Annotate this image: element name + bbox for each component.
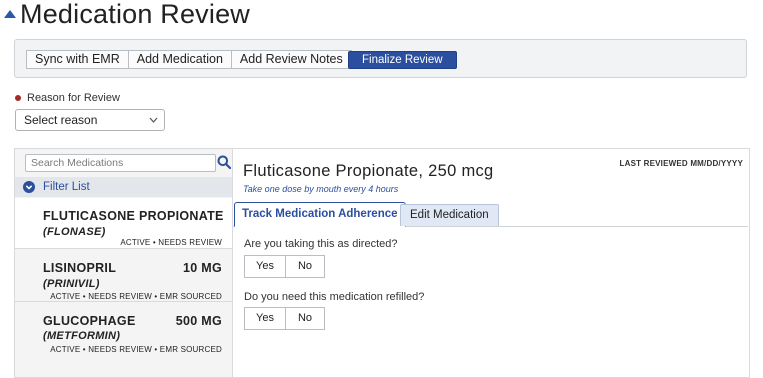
search-input[interactable]: Search Medications	[25, 154, 216, 172]
page-title: Medication Review	[20, 0, 250, 29]
no-button[interactable]: No	[285, 307, 326, 330]
medication-name: FLUTICASONE PROPIONATE	[43, 209, 224, 223]
search-placeholder: Search Medications	[31, 157, 124, 169]
question-needs-refill: Do you need this medication refilled?	[244, 291, 425, 303]
yes-button[interactable]: Yes	[244, 255, 286, 278]
required-indicator	[15, 95, 21, 101]
medication-dose: 10 MG	[182, 261, 222, 275]
page-header: Medication Review	[0, 0, 250, 28]
caret-up-icon[interactable]	[4, 10, 16, 18]
medication-status: ACTIVE • NEEDS REVIEW	[120, 238, 222, 247]
medication-item[interactable]: LISINOPRIL 10 MG (PRINIVIL) ACTIVE • NEE…	[15, 249, 232, 302]
medication-list-panel: Search Medications Filter List FLUTICASO…	[14, 148, 233, 378]
chevron-down-circle-icon	[23, 181, 35, 193]
medication-instructions: Take one dose by mouth every 4 hours	[243, 184, 399, 194]
filter-list-toggle[interactable]: Filter List	[15, 177, 232, 197]
finalize-review-button[interactable]: Finalize Review	[348, 51, 457, 69]
filter-list-label: Filter List	[43, 181, 90, 193]
add-medication-button[interactable]: Add Medication	[128, 50, 232, 69]
medication-dose: 500 MG	[175, 314, 222, 328]
medication-status: ACTIVE • NEEDS REVIEW • EMR SOURCED	[50, 292, 222, 301]
medication-detail-panel: Fluticasone Propionate, 250 mcg Take one…	[233, 148, 750, 378]
toolbar: Sync with EMR Add Medication Add Review …	[14, 39, 747, 78]
reason-select-value: Select reason	[24, 113, 98, 127]
tab-track-medication-adherence[interactable]: Track Medication Adherence	[234, 202, 406, 227]
medication-detail-title: Fluticasone Propionate, 250 mcg	[243, 162, 494, 180]
add-review-notes-button[interactable]: Add Review Notes	[231, 50, 352, 69]
medication-status: ACTIVE • NEEDS REVIEW • EMR SOURCED	[50, 345, 222, 354]
tab-edit-medication[interactable]: Edit Medication	[400, 204, 499, 226]
medication-brand: (PRINIVIL)	[43, 278, 100, 290]
medication-name: LISINOPRIL	[43, 261, 117, 275]
reason-label: Reason for Review	[15, 92, 120, 104]
search-icon[interactable]	[217, 155, 232, 170]
chevron-down-icon	[149, 110, 158, 137]
question-taking-as-directed: Are you taking this as directed?	[244, 238, 398, 250]
taking-as-directed-toggle: Yes No	[244, 255, 326, 278]
yes-button[interactable]: Yes	[244, 307, 286, 330]
needs-refill-toggle: Yes No	[244, 307, 326, 330]
no-button[interactable]: No	[285, 255, 326, 278]
detail-tabs: Track Medication Adherence Edit Medicati…	[233, 202, 748, 227]
reason-select[interactable]: Select reason	[15, 109, 165, 131]
sync-with-emr-button[interactable]: Sync with EMR	[26, 50, 129, 69]
medication-item[interactable]: FLUTICASONE PROPIONATE (FLONASE) ACTIVE …	[15, 198, 232, 249]
last-reviewed-date: LAST REVIEWED MM/DD/YYYY	[619, 159, 743, 168]
reason-label-text: Reason for Review	[27, 92, 120, 104]
medication-name: GLUCOPHAGE	[43, 314, 136, 328]
medication-brand: (METFORMIN)	[43, 330, 121, 342]
medication-item[interactable]: GLUCOPHAGE 500 MG (METFORMIN) ACTIVE • N…	[15, 302, 232, 358]
toolbar-button-group: Sync with EMR Add Medication Add Review …	[26, 50, 352, 69]
medication-brand: (FLONASE)	[43, 226, 106, 238]
